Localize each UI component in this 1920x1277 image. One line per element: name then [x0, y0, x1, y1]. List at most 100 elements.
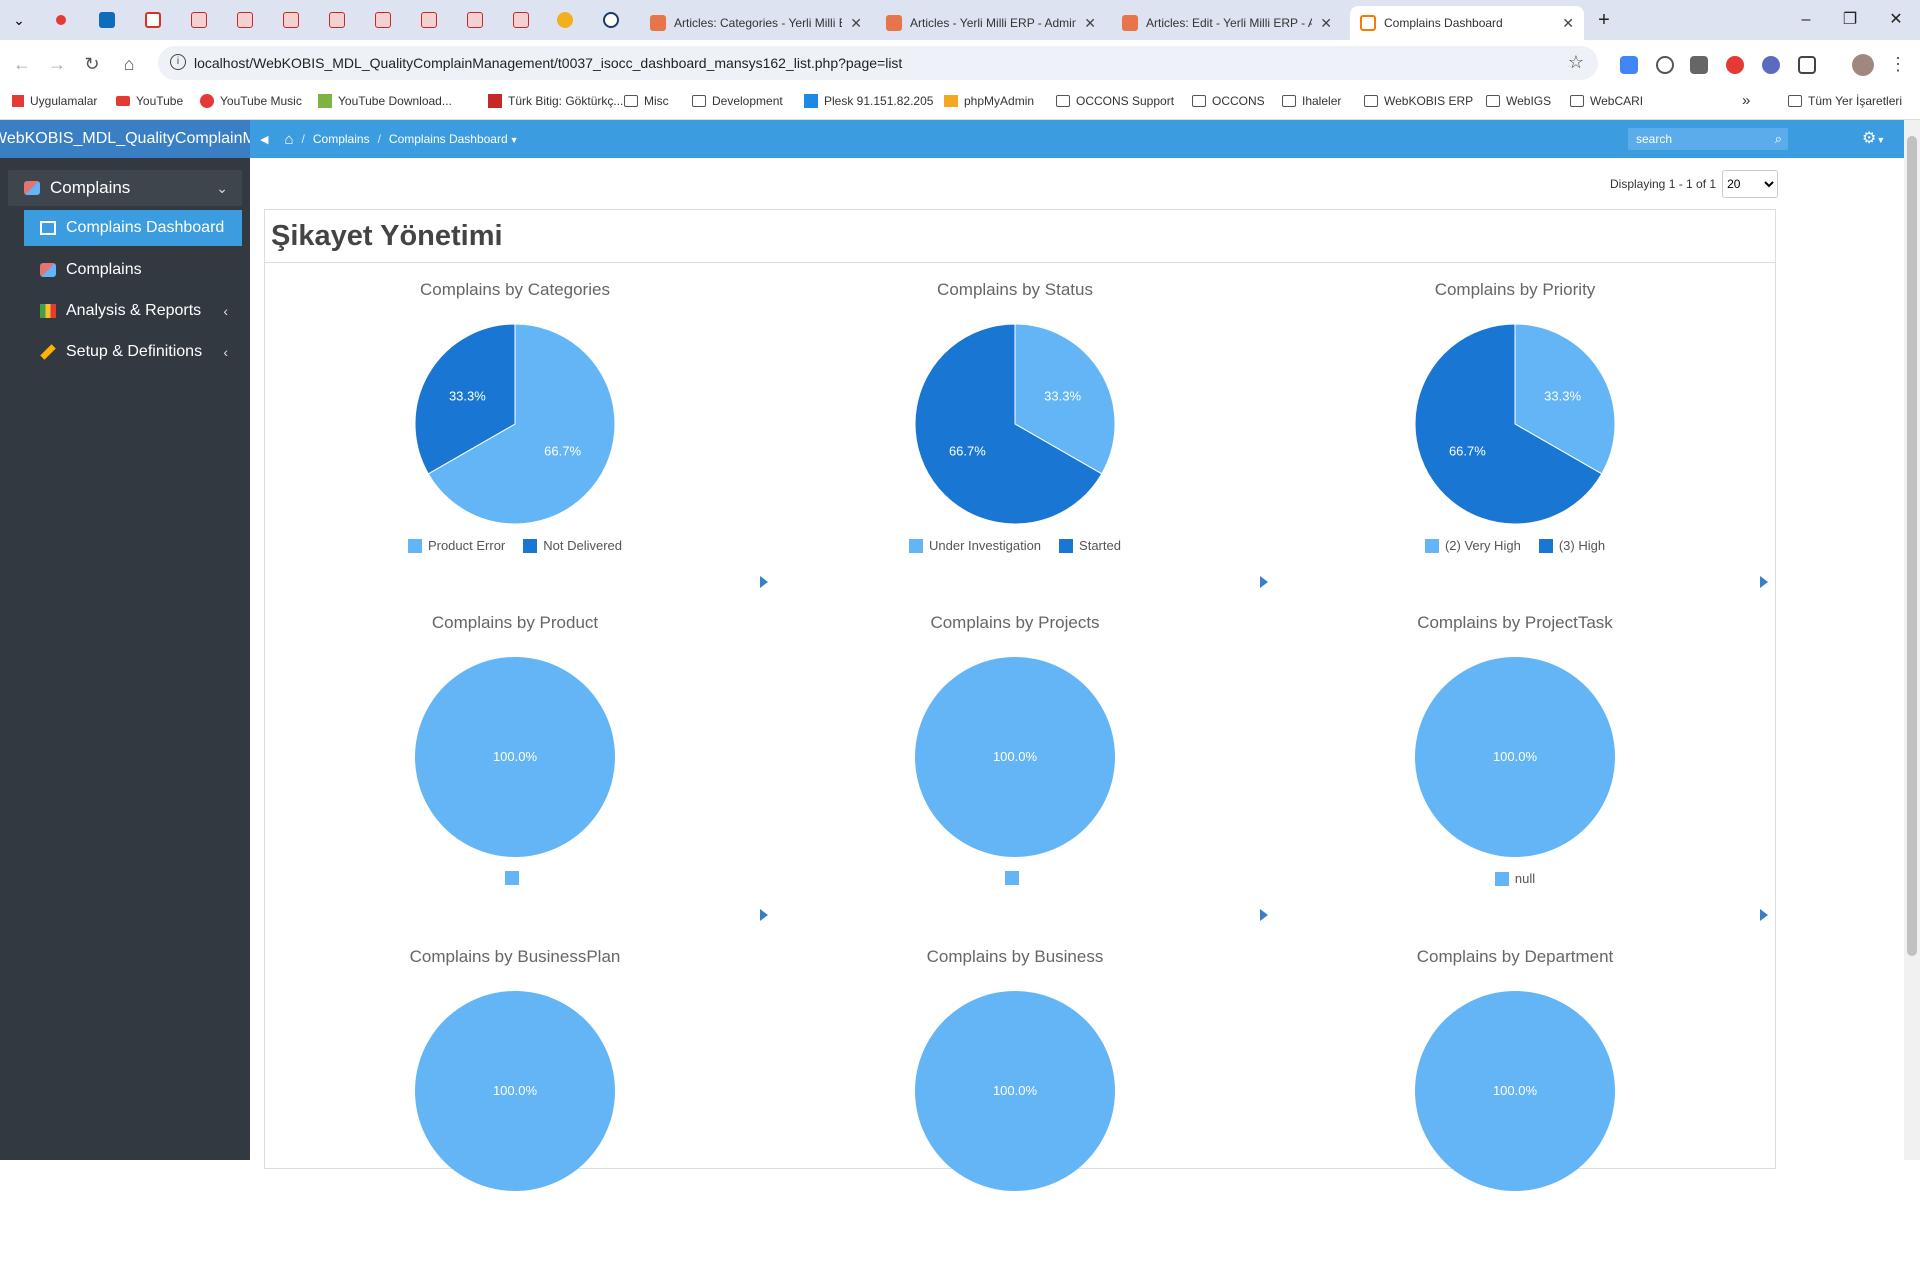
- tab-articles-edit[interactable]: Articles: Edit - Yerli Milli ERP - A ✕: [1112, 6, 1342, 40]
- legend-next-arrow-icon[interactable]: [1760, 909, 1768, 921]
- legend-item[interactable]: (2) Very High: [1424, 538, 1521, 553]
- legend-item[interactable]: (3) High: [1538, 538, 1605, 553]
- bookmark-folder-ihaleler[interactable]: Ihaleler: [1282, 94, 1341, 108]
- legend-item[interactable]: [505, 871, 525, 885]
- pinned-tab[interactable]: [598, 8, 624, 32]
- chart-title: Complains by Categories: [420, 280, 610, 299]
- bookmark-folder-development[interactable]: Development: [692, 94, 783, 108]
- tab-articles-categories[interactable]: Articles: Categories - Yerli Milli E ✕: [640, 6, 872, 40]
- pie-data-label: 33.3%: [449, 388, 486, 403]
- tab-search-button[interactable]: ⌄: [6, 8, 32, 32]
- bookmark-folder-misc[interactable]: Misc: [624, 94, 669, 108]
- bookmark-apps[interactable]: Uygulamalar: [12, 94, 97, 108]
- close-icon[interactable]: ✕: [1320, 15, 1332, 32]
- pie-chart: Complains by ProjectTask 100.0% null: [1265, 613, 1768, 943]
- gear-icon[interactable]: ⚙▼: [1862, 128, 1885, 148]
- pinned-tab[interactable]: [552, 8, 578, 32]
- close-icon[interactable]: ✕: [1562, 15, 1574, 32]
- bookmark-folder-webkobis-erp[interactable]: WebKOBIS ERP: [1364, 94, 1473, 108]
- extension-icon[interactable]: [1762, 56, 1780, 74]
- pinned-tab[interactable]: [48, 8, 74, 32]
- search-input[interactable]: [1628, 128, 1758, 150]
- legend-item[interactable]: Under Investigation: [909, 538, 1041, 553]
- pinned-tab[interactable]: [508, 8, 534, 32]
- back-icon[interactable]: ←: [8, 50, 36, 78]
- pinned-tab[interactable]: [140, 8, 166, 32]
- sidebar-item-analysis-reports[interactable]: Analysis & Reports ‹: [24, 293, 242, 329]
- browser-tab-strip: ⌄ Articles: Categories - Yerli Milli E ✕…: [0, 0, 1920, 40]
- legend-label: Started: [1079, 538, 1121, 553]
- bookmark-youtube[interactable]: YouTube: [116, 94, 183, 108]
- complains-icon: [24, 181, 40, 195]
- legend-item[interactable]: Product Error: [407, 538, 505, 553]
- bookmark-folder-occons[interactable]: OCCONS: [1192, 94, 1265, 108]
- pinned-tab[interactable]: [370, 8, 396, 32]
- puzzle-icon[interactable]: [1798, 56, 1816, 74]
- pie-svg: 100.0%: [415, 657, 615, 857]
- folder-icon: [1364, 95, 1378, 107]
- legend-item[interactable]: Not Delivered: [523, 538, 622, 553]
- sidebar-item-complains-group[interactable]: Complains ⌄: [8, 170, 242, 206]
- address-bar[interactable]: i localhost/WebKOBIS_MDL_QualityComplain…: [158, 46, 1598, 80]
- restore-icon[interactable]: ❐: [1830, 6, 1870, 34]
- folder-icon: [1570, 95, 1584, 107]
- page-size-select[interactable]: 20: [1722, 170, 1779, 198]
- pinned-tab[interactable]: [94, 8, 120, 32]
- new-tab-button[interactable]: +: [1584, 6, 1624, 34]
- folder-icon: [1192, 95, 1206, 107]
- close-window-icon[interactable]: ✕: [1876, 6, 1916, 34]
- home-icon[interactable]: ⌂: [284, 131, 293, 148]
- bookmark-folder-webcari[interactable]: WebCARI: [1570, 94, 1643, 108]
- bookmarks-more-button[interactable]: »: [1742, 92, 1750, 109]
- extension-icon[interactable]: [1690, 56, 1708, 74]
- menu-dots-icon[interactable]: ⋮: [1884, 50, 1912, 78]
- info-icon[interactable]: i: [170, 54, 186, 70]
- forward-icon[interactable]: →: [43, 50, 71, 78]
- bar-chart-icon: [40, 304, 56, 318]
- bookmark-youtube-music[interactable]: YouTube Music: [200, 94, 302, 108]
- app-brand[interactable]: WebKOBIS_MDL_QualityComplainManagement: [0, 120, 250, 158]
- tab-articles[interactable]: Articles - Yerli Milli ERP - Admin ✕: [876, 6, 1106, 40]
- legend-item[interactable]: Started: [1059, 538, 1121, 553]
- breadcrumb-complains[interactable]: Complains: [313, 132, 370, 146]
- bookmark-phpmyadmin[interactable]: phpMyAdmin: [944, 94, 1034, 108]
- avatar[interactable]: [1852, 54, 1874, 76]
- pinned-tab[interactable]: [186, 8, 212, 32]
- legend-item[interactable]: null: [1494, 871, 1536, 886]
- close-icon[interactable]: ✕: [1084, 15, 1096, 32]
- pie-chart: Complains by Product 100.0%: [265, 613, 768, 943]
- chrome-extension-icon[interactable]: [1726, 56, 1744, 74]
- scroll-thumb[interactable]: [1907, 136, 1917, 956]
- home-icon[interactable]: ⌂: [115, 50, 143, 78]
- minimize-icon[interactable]: –: [1786, 6, 1826, 34]
- joomla-icon: [886, 15, 902, 31]
- pinned-tab[interactable]: [416, 8, 442, 32]
- sidebar-item-setup-definitions[interactable]: Setup & Definitions ‹: [24, 334, 242, 370]
- pinned-tab[interactable]: [232, 8, 258, 32]
- pinned-tab[interactable]: [278, 8, 304, 32]
- bookmark-turk-bitig[interactable]: Türk Bitig: Göktürkç...: [488, 94, 623, 108]
- bookmark-youtube-download[interactable]: YouTube Download...: [318, 94, 452, 108]
- bookmark-folder-webigs[interactable]: WebIGS: [1486, 94, 1551, 108]
- star-icon[interactable]: ☆: [1568, 52, 1584, 73]
- bookmark-plesk[interactable]: Plesk 91.151.82.205: [804, 94, 933, 108]
- reload-icon[interactable]: ↻: [78, 50, 106, 78]
- sidebar-toggle-icon[interactable]: ◀: [260, 133, 268, 146]
- search-icon[interactable]: ⌕: [1775, 131, 1782, 147]
- sidebar-item-complains-dashboard[interactable]: Complains Dashboard: [24, 210, 242, 246]
- close-icon[interactable]: ✕: [850, 15, 862, 32]
- tab-complains-dashboard[interactable]: Complains Dashboard ✕: [1350, 6, 1584, 40]
- legend-label: null: [1514, 871, 1536, 886]
- url-text[interactable]: localhost/WebKOBIS_MDL_QualityComplainMa…: [194, 55, 902, 71]
- pinned-tab[interactable]: [324, 8, 350, 32]
- translate-icon[interactable]: [1620, 56, 1638, 74]
- breadcrumb-complains-dashboard[interactable]: Complains Dashboard ▼: [389, 132, 519, 146]
- legend-item[interactable]: [1005, 871, 1025, 885]
- sidebar-item-complains[interactable]: Complains: [24, 252, 242, 288]
- page-scrollbar[interactable]: [1904, 120, 1920, 1160]
- all-bookmarks-folder[interactable]: Tüm Yer İşaretleri: [1788, 94, 1902, 108]
- pinned-tab[interactable]: [462, 8, 488, 32]
- bookmark-folder-occons-support[interactable]: OCCONS Support: [1056, 94, 1174, 108]
- legend-next-arrow-icon[interactable]: [1760, 576, 1768, 588]
- recycle-icon[interactable]: [1656, 56, 1674, 74]
